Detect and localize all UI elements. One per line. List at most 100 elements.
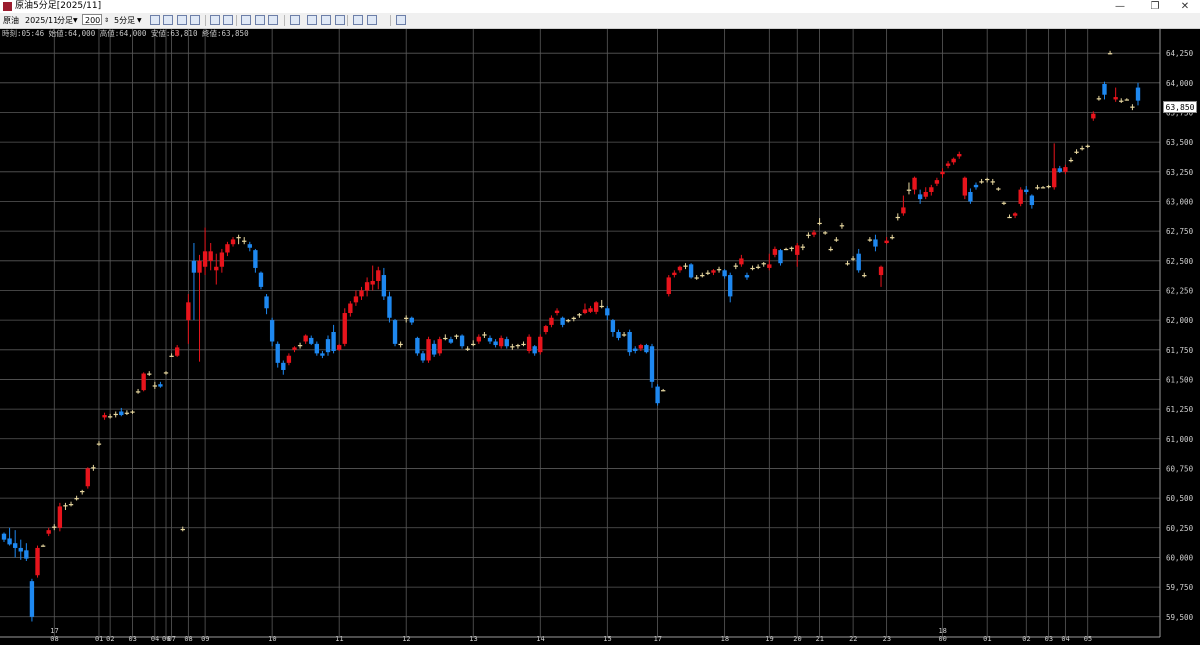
- candle-body: [649, 346, 655, 382]
- chevron-down-icon[interactable]: ▼: [137, 15, 142, 26]
- y-tick-label: 61,750: [1166, 346, 1194, 355]
- candle-body: [638, 345, 644, 349]
- candle-body: [448, 339, 454, 343]
- refresh-icon[interactable]: [223, 15, 233, 25]
- candle-body: [789, 247, 794, 249]
- candle-body: [1096, 98, 1102, 100]
- candle-body: [107, 416, 113, 418]
- candle-body: [353, 296, 359, 303]
- indicator-icon[interactable]: [307, 15, 317, 25]
- pencil-icon[interactable]: [177, 15, 187, 25]
- candle-body: [487, 337, 493, 342]
- ohlc-info: 時刻:05:46 始値:64,000 高値:64,000 安値:63,810 終…: [2, 29, 249, 38]
- candle-body: [342, 313, 347, 344]
- candle-body: [202, 251, 208, 267]
- x-tick-label: 01: [95, 635, 103, 643]
- candle-body: [498, 337, 504, 347]
- candle-body: [755, 266, 761, 268]
- interval-select[interactable]: 5分足: [114, 15, 135, 26]
- candle-body: [711, 270, 716, 273]
- draw-icon[interactable]: [353, 15, 363, 25]
- candle-body: [968, 191, 973, 202]
- cursor-icon[interactable]: [150, 15, 160, 25]
- candle-body: [253, 250, 258, 268]
- candle-body: [811, 232, 817, 235]
- bell-icon[interactable]: [396, 15, 406, 25]
- candle-body: [744, 275, 750, 278]
- candle-body: [364, 282, 370, 291]
- candle-body: [1018, 189, 1023, 204]
- candle-body: [169, 355, 174, 357]
- candle-body: [80, 490, 85, 493]
- bar-chart-icon[interactable]: [290, 15, 300, 25]
- candle-body: [1046, 186, 1051, 188]
- candle-body: [1029, 195, 1035, 206]
- select-icon[interactable]: [210, 15, 220, 25]
- y-tick-label: 62,250: [1166, 286, 1194, 295]
- candle-body: [560, 317, 565, 325]
- settings-icon[interactable]: [321, 15, 331, 25]
- candlestick-chart[interactable]: 59,500 59,750 60,000 60,250 60,500 60,750 61,0…: [0, 29, 1200, 645]
- candle-body: [688, 264, 694, 278]
- contract-select[interactable]: 2025/11: [25, 15, 58, 26]
- restore-button[interactable]: ❐: [1140, 0, 1170, 13]
- candle-body: [1007, 216, 1012, 219]
- candle-body: [225, 244, 230, 253]
- candle-body: [52, 526, 57, 528]
- candle-body: [504, 339, 509, 347]
- candle-body: [728, 275, 733, 297]
- grid-icon[interactable]: [255, 15, 265, 25]
- candle-body: [314, 343, 320, 354]
- toolbar-separator: [284, 15, 285, 26]
- y-tick-label: 61,250: [1166, 405, 1194, 414]
- candle-body: [63, 505, 68, 507]
- candle-body: [482, 334, 487, 336]
- candle-body: [247, 244, 252, 248]
- candle-body: [471, 343, 476, 346]
- candle-body: [420, 353, 426, 361]
- candle-body: [644, 345, 649, 353]
- candle-body: [554, 310, 560, 314]
- minimize-button[interactable]: —: [1105, 0, 1135, 13]
- window-icon[interactable]: [241, 15, 251, 25]
- pen-icon[interactable]: [335, 15, 345, 25]
- date-marker-label: 17: [50, 627, 58, 635]
- candle-body: [705, 272, 711, 274]
- x-tick-label: 08: [50, 635, 58, 643]
- candle-body: [783, 248, 789, 251]
- chevron-down-icon[interactable]: ▼: [73, 15, 78, 26]
- count-input[interactable]: 200: [82, 14, 102, 25]
- candle-body: [325, 339, 331, 353]
- candle-body: [1, 533, 7, 540]
- type-select[interactable]: 分足: [57, 15, 73, 26]
- candle-body: [387, 296, 392, 318]
- candle-body: [521, 343, 526, 346]
- candle-body: [68, 504, 74, 506]
- table-icon[interactable]: [268, 15, 278, 25]
- toolbar-separator: [236, 15, 237, 26]
- candle-body: [526, 336, 532, 351]
- stepper-icon[interactable]: ⇕: [104, 15, 109, 26]
- candle-body: [571, 317, 576, 319]
- candle-body: [459, 335, 465, 347]
- candle-body: [917, 194, 923, 200]
- x-tick-label: 03: [1045, 635, 1053, 643]
- line-tool-icon[interactable]: [190, 15, 200, 25]
- candle-body: [147, 373, 152, 375]
- candle-body: [884, 240, 889, 244]
- clock-icon[interactable]: [367, 15, 377, 25]
- hand-icon[interactable]: [163, 15, 173, 25]
- candle-body: [163, 372, 169, 374]
- candle-body: [739, 258, 744, 265]
- candle-body: [130, 411, 135, 413]
- candle-body: [102, 415, 107, 418]
- candle-body: [1040, 187, 1046, 189]
- candle-body: [264, 296, 269, 309]
- candle-body: [208, 251, 213, 261]
- candle-body: [850, 258, 856, 260]
- candle-body: [1119, 100, 1124, 102]
- x-tick-label: 04: [1061, 635, 1069, 643]
- close-button[interactable]: ✕: [1170, 0, 1200, 13]
- y-tick-label: 59,750: [1166, 583, 1194, 592]
- y-tick-label: 63,000: [1166, 197, 1194, 206]
